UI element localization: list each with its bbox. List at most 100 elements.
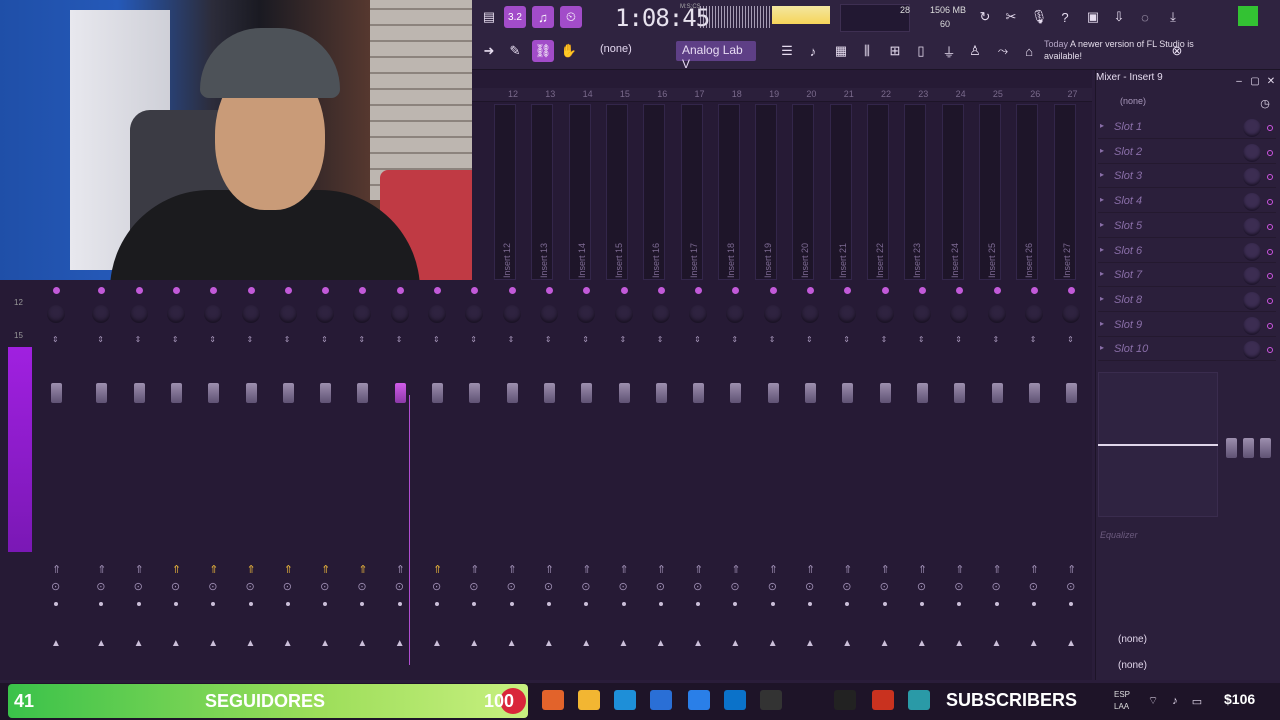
route-knob-icon[interactable]: ⊙ [246,580,255,593]
route-arrow-icon[interactable]: ⇑ [955,563,964,576]
volume-fader[interactable] [432,383,443,403]
arrow-right-icon[interactable]: ➜ [478,40,500,62]
route-arrow-icon[interactable]: ⇑ [358,563,367,576]
stereo-separation-arrows[interactable]: ⇕ [582,336,589,344]
route-send-triangle-icon[interactable]: ▲ [954,638,964,649]
metronome-icon[interactable]: ♫ [532,6,554,28]
slot-enable-led[interactable] [1267,297,1273,304]
volume-fader[interactable] [282,383,294,403]
route-knob-icon[interactable]: ⊙ [96,580,105,593]
route-arrow-icon[interactable]: ⇑ [918,563,927,576]
menu-icon[interactable]: ▤ [478,6,500,28]
route-knob-icon[interactable]: ⊙ [544,580,553,593]
slot-expand-icon[interactable]: ▸ [1100,170,1104,179]
track-enable-led[interactable] [508,287,516,294]
volume-fader[interactable] [1028,383,1040,403]
stereo-separation-arrows[interactable]: ⇕ [52,336,59,344]
tempo-button[interactable]: 3.2 [504,6,526,28]
route-knob-icon[interactable]: ⊙ [805,580,814,593]
route-send-triangle-icon[interactable]: ▲ [320,638,330,649]
route-arrow-icon[interactable]: ⇑ [247,563,256,576]
route-led[interactable] [919,602,924,606]
stereo-separation-arrows[interactable]: ⇕ [209,336,216,344]
hand-icon[interactable]: ✋ [558,40,580,62]
volume-fader[interactable] [730,383,742,403]
route-send-triangle-icon[interactable]: ▲ [880,638,890,649]
route-send-triangle-icon[interactable]: ▲ [730,638,740,649]
folder-icon[interactable] [578,690,600,710]
volume-fader[interactable] [245,383,257,403]
help-icon[interactable]: ? [1054,6,1076,28]
route-led[interactable] [435,602,439,606]
route-arrow-icon[interactable]: ⇑ [284,563,293,576]
eq-band-high[interactable] [1260,438,1271,458]
route-send-triangle-icon[interactable]: ▲ [693,638,703,649]
stereo-separation-arrows[interactable]: ⇕ [993,336,1000,344]
route-send-triangle-icon[interactable]: ▲ [246,638,256,649]
route-knob-icon[interactable]: ⊙ [469,580,478,593]
mixer-icon[interactable]: ⫼ [856,40,878,62]
route-arrow-icon[interactable]: ⇑ [993,563,1002,576]
playlist-icon[interactable]: ☰ [776,40,798,62]
route-knob-icon[interactable]: ⊙ [880,580,889,593]
undo-icon[interactable]: ↻ [974,6,996,28]
route-led[interactable] [285,602,290,606]
route-send-triangle-icon[interactable]: ▲ [805,638,815,649]
pan-knob[interactable] [912,305,931,323]
pan-knob[interactable] [875,305,894,323]
pattern-select[interactable]: (none) [600,43,632,55]
track-enable-led[interactable] [1030,287,1038,294]
pan-knob[interactable] [651,305,670,323]
slot-expand-icon[interactable]: ▸ [1100,195,1104,204]
stereo-separation-arrows[interactable]: ⇕ [769,336,776,344]
stereo-separation-arrows[interactable]: ⇕ [470,336,477,344]
wifi-icon[interactable]: ⌔ [1142,690,1164,712]
route-arrow-icon[interactable]: ⇑ [694,563,703,576]
route-arrow-icon[interactable]: ⇑ [396,563,405,576]
stereo-separation-arrows[interactable]: ⇕ [284,336,291,344]
stereo-separation-arrows[interactable]: ⇕ [135,336,142,344]
route-knob-icon[interactable]: ⊙ [320,580,329,593]
stereo-separation-arrows[interactable]: ⇕ [806,336,813,344]
stereo-separation-arrows[interactable]: ⇕ [396,336,403,344]
channel-rack-icon[interactable]: ▦ [830,40,852,62]
audio-input-select[interactable]: (none) [1118,634,1147,645]
pan-knob[interactable] [390,305,409,323]
mic-icon[interactable]: 🎙 [1028,6,1050,28]
close-icon[interactable]: ✕ [1260,70,1280,92]
stereo-separation-arrows[interactable]: ⇕ [694,336,701,344]
route-arrow-icon[interactable]: ⇑ [321,563,330,576]
route-knob-icon[interactable]: ⊙ [134,580,143,593]
volume-fader[interactable] [916,383,928,403]
pan-knob[interactable] [763,305,782,323]
route-send-triangle-icon[interactable]: ▲ [581,638,591,649]
outlook-icon[interactable] [724,690,746,710]
tools-icon[interactable]: ⤳ [992,40,1014,62]
route-led[interactable] [994,602,999,606]
route-knob-icon[interactable]: ⊙ [395,580,404,593]
route-knob-icon[interactable]: ⊙ [917,580,926,593]
route-led[interactable] [808,602,812,606]
pan-knob[interactable] [1062,305,1081,323]
pan-knob[interactable] [316,305,335,323]
track-enable-led[interactable] [993,287,1001,294]
slot-mix-knob[interactable] [1243,143,1261,162]
pan-knob[interactable] [689,305,708,323]
stereo-separation-arrows[interactable]: ⇕ [508,336,515,344]
person-icon[interactable]: ♙ [964,40,986,62]
route-send-triangle-icon[interactable]: ▲ [134,638,144,649]
volume-fader[interactable] [842,383,854,403]
route-led[interactable] [248,602,253,606]
route-knob-icon[interactable]: ⊙ [842,580,851,593]
route-send-triangle-icon[interactable]: ▲ [208,638,218,649]
slot-expand-icon[interactable]: ▸ [1100,220,1104,229]
slot-expand-icon[interactable]: ▸ [1100,121,1104,130]
route-led[interactable] [173,602,178,606]
stereo-separation-arrows[interactable]: ⇕ [843,336,850,344]
route-arrow-icon[interactable]: ⇑ [620,563,629,576]
route-knob-icon[interactable]: ⊙ [283,580,292,593]
volume-fader[interactable] [1066,383,1078,403]
route-arrow-icon[interactable]: ⇑ [806,563,815,576]
route-send-triangle-icon[interactable]: ▲ [656,638,666,649]
route-knob-icon[interactable]: ⊙ [507,580,516,593]
